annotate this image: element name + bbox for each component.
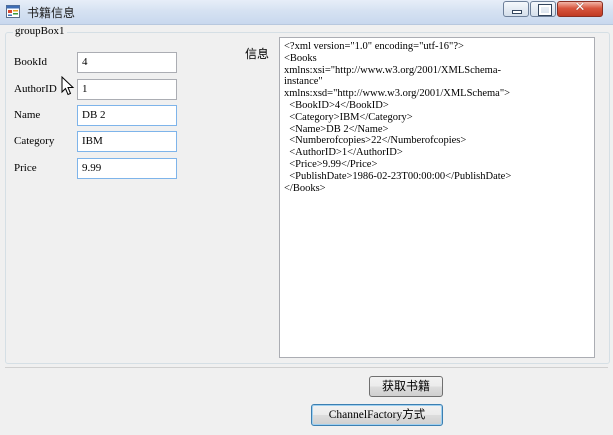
close-button[interactable]: ✕ <box>557 0 603 17</box>
title-bar[interactable]: 书籍信息 ✕ <box>0 0 613 25</box>
price-label: Price <box>14 162 37 174</box>
maximize-button[interactable] <box>530 1 556 17</box>
mouse-pointer-icon <box>61 76 75 96</box>
name-label: Name <box>14 109 41 121</box>
divider <box>5 367 608 368</box>
minimize-icon <box>513 11 521 13</box>
info-textarea[interactable]: <?xml version="1.0" encoding="utf-16"?> … <box>279 37 595 358</box>
channel-factory-button[interactable]: ChannelFactory方式 <box>311 404 443 426</box>
category-field[interactable]: IBM <box>77 131 177 152</box>
fetch-books-button[interactable]: 获取书籍 <box>369 376 443 397</box>
app-window: 书籍信息 ✕ groupBox1 BookId 4 AuthorID 1 Nam… <box>0 0 613 435</box>
price-field[interactable]: 9.99 <box>77 158 177 179</box>
name-field[interactable]: DB 2 <box>77 105 177 126</box>
minimize-button[interactable] <box>503 1 529 17</box>
maximize-icon <box>539 5 551 15</box>
bookid-label: BookId <box>14 56 47 68</box>
category-label: Category <box>14 135 55 147</box>
form-icon <box>6 5 20 18</box>
bookid-field[interactable]: 4 <box>77 52 177 73</box>
authorid-field[interactable]: 1 <box>77 79 177 100</box>
groupbox-label: groupBox1 <box>13 25 67 37</box>
info-label: 信息 <box>245 47 270 61</box>
authorid-label: AuthorID <box>14 83 57 95</box>
window-title: 书籍信息 <box>27 6 76 20</box>
close-icon: ✕ <box>574 0 586 15</box>
